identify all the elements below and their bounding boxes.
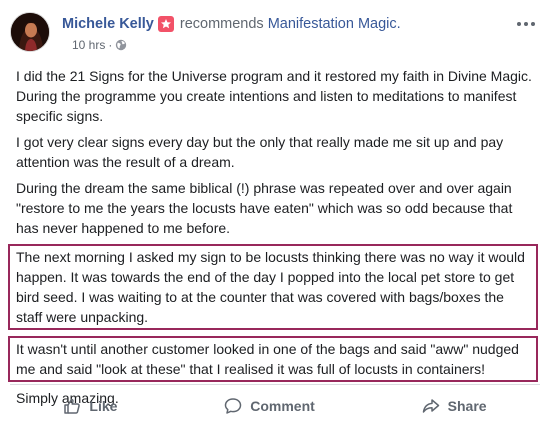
more-dot (531, 22, 535, 26)
comment-label: Comment (250, 398, 315, 414)
author-name[interactable]: Michele Kelly (62, 16, 154, 32)
action-divider (10, 384, 540, 385)
avatar[interactable] (10, 12, 50, 52)
post-timestamp[interactable]: 10 hrs (72, 38, 105, 52)
post-actions: Like Comment Share (10, 388, 540, 424)
globe-icon[interactable] (115, 39, 127, 51)
share-icon (422, 397, 440, 415)
like-icon (63, 397, 81, 415)
post-paragraph: I got very clear signs every day but the… (16, 134, 504, 170)
post-card: Michele Kelly recommends Manifestation M… (0, 0, 550, 432)
more-dot (524, 22, 528, 26)
meta-separator: · (108, 38, 113, 52)
like-label: Like (89, 398, 118, 414)
comment-icon (224, 397, 242, 415)
post-meta: 10 hrs · (72, 36, 127, 54)
highlighted-paragraph: The next morning I asked my sign to be l… (8, 244, 538, 330)
highlighted-paragraph: It wasn't until another customer looked … (8, 336, 538, 382)
like-button[interactable]: Like (49, 391, 131, 421)
post-paragraph: I did the 21 Signs for the Universe prog… (16, 68, 532, 124)
comment-button[interactable]: Comment (210, 391, 329, 421)
post-header: Michele Kelly recommends Manifestation M… (10, 12, 540, 60)
recommendation-badge-icon (157, 16, 174, 32)
post-title-line: Michele Kelly recommends Manifestation M… (62, 14, 401, 34)
post-body: I did the 21 Signs for the Universe prog… (8, 66, 538, 414)
more-options-icon[interactable] (514, 16, 538, 32)
recommended-page-link[interactable]: Manifestation Magic. (268, 16, 401, 32)
post-paragraph: During the dream the same biblical (!) p… (16, 180, 513, 236)
more-dot (517, 22, 521, 26)
share-label: Share (447, 398, 487, 414)
post-verb: recommends (179, 16, 264, 32)
share-button[interactable]: Share (408, 391, 501, 421)
